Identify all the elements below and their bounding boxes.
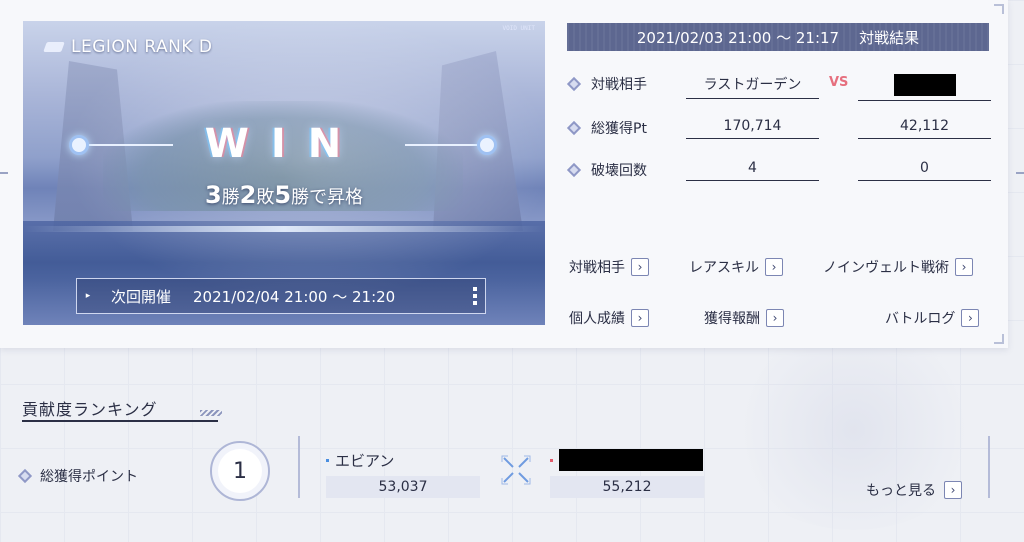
link-opponent[interactable]: 対戦相手 › — [569, 257, 649, 277]
win-result-text: WIN — [204, 121, 364, 167]
result-title: 対戦結果 — [859, 28, 920, 47]
cross-swords-icon — [501, 455, 531, 485]
ranking-separator — [298, 436, 300, 498]
promo-target-suffix: 勝で昇格 — [291, 187, 364, 208]
promo-losses: 2 — [239, 181, 257, 209]
panel-corner — [994, 4, 1004, 14]
see-more-label: もっと見る — [866, 483, 936, 499]
chevron-right-icon: › — [765, 258, 783, 276]
own-player-score: 53,037 — [326, 476, 480, 498]
link-rare-skill[interactable]: レアスキル › — [689, 257, 783, 277]
result-time: 2021/02/03 21:00 ～ 21:17 — [636, 28, 840, 47]
link-rewards[interactable]: 獲得報酬 › — [704, 308, 784, 328]
own-destroy-count: 4 — [686, 160, 819, 181]
promo-wins: 3 — [204, 181, 222, 209]
redacted-name — [893, 74, 956, 96]
opponent-player-score: 55,212 — [550, 476, 704, 498]
diamond-icon — [17, 468, 33, 484]
next-battle-time: 2021/02/04 21:00 ～ 21:20 — [193, 287, 396, 306]
background-emblem — [724, 330, 984, 530]
link-battle-log[interactable]: バトルログ › — [885, 308, 980, 328]
link-rare-skill-label: レアスキル — [689, 260, 759, 276]
opponent-points: 42,112 — [858, 118, 991, 139]
promotion-progress: 3勝2敗5勝で昇格 — [23, 181, 545, 209]
opponent-legion-name — [858, 74, 991, 101]
opponent-player-name-row — [550, 448, 704, 472]
red-dot-icon — [550, 458, 553, 462]
link-battle-log-label: バトルログ — [885, 311, 956, 327]
vs-mark: VS — [829, 75, 849, 90]
chevron-right-icon: › — [631, 309, 649, 327]
tech-overlay-text: VOID UNIT — [502, 25, 535, 32]
redacted-name — [559, 449, 703, 471]
own-points: 170,714 — [686, 118, 819, 139]
diamond-icon — [566, 76, 582, 92]
ranking-title: 貢献度ランキング — [22, 400, 158, 419]
link-opponent-label: 対戦相手 — [569, 260, 625, 276]
panel-side-tick — [0, 172, 8, 174]
own-legion-name: ラストガーデン — [686, 74, 819, 99]
ranking-category-label: 総獲得ポイント — [40, 469, 138, 485]
own-player-name: エビアン — [335, 451, 395, 470]
rank-number: 1 — [210, 441, 270, 501]
win-banner: WIN — [23, 121, 545, 169]
next-battle-box[interactable]: ▸ 次回開催 2021/02/04 21:00 ～ 21:20 — [76, 278, 486, 314]
promo-wins-suffix: 勝 — [221, 187, 240, 208]
stat-label: 対戦相手 — [591, 77, 647, 93]
link-tactic-label: ノインヴェルト戦術 — [823, 260, 949, 276]
opponent-top-player: 55,212 — [550, 448, 704, 498]
battle-banner-image: LEGION RANK D VOID UNIT WIN 3勝2敗5勝で昇格 ▸ … — [23, 21, 545, 325]
stat-label: 総獲得Pt — [591, 121, 647, 137]
chevron-right-icon: › — [944, 481, 962, 499]
own-player-name-row: エビアン — [326, 448, 480, 472]
own-top-player: エビアン 53,037 — [326, 448, 480, 498]
ranking-title-hatch — [200, 410, 222, 416]
ranking-category: 総獲得ポイント — [17, 466, 138, 486]
link-noinvelt-tactic[interactable]: ノインヴェルト戦術 › — [823, 257, 973, 277]
result-header: 2021/02/03 21:00 ～ 21:17 対戦結果 — [567, 23, 989, 51]
link-personal-label: 個人成績 — [569, 311, 625, 327]
chevron-right-icon: › — [961, 309, 980, 327]
legion-rank-label: LEGION RANK D — [71, 37, 213, 57]
chevron-right-icon: › — [766, 309, 784, 327]
legion-rank-badge: LEGION RANK D — [43, 37, 213, 57]
stat-label: 破壊回数 — [591, 163, 647, 179]
blue-dot-icon — [326, 458, 329, 462]
rank-icon — [43, 42, 65, 52]
stat-row-opponent: 対戦相手 ラストガーデン VS — [566, 70, 991, 101]
see-more-link[interactable]: もっと見る › — [866, 480, 962, 500]
chevron-right-icon: › — [955, 258, 973, 276]
link-personal-results[interactable]: 個人成績 › — [569, 308, 649, 328]
stat-row-points: 総獲得Pt 170,714 42,112 — [566, 114, 991, 144]
panel-corner — [994, 334, 1004, 344]
panel-side-tick — [1016, 172, 1024, 174]
opponent-destroy-count: 0 — [858, 160, 991, 181]
diamond-icon — [566, 162, 582, 178]
caret-right-icon: ▸ — [85, 291, 91, 301]
chevron-right-icon: › — [631, 258, 649, 276]
next-battle-label: 次回開催 — [111, 287, 172, 306]
promo-target: 5 — [274, 181, 292, 209]
ranking-right-bar — [988, 436, 990, 498]
diamond-icon — [566, 120, 582, 136]
stat-row-destroy: 破壊回数 4 0 — [566, 156, 991, 186]
ranking-title-underline — [22, 420, 218, 422]
more-dots-icon — [473, 287, 477, 305]
link-reward-label: 獲得報酬 — [704, 311, 760, 327]
promo-losses-suffix: 敗 — [256, 187, 275, 208]
